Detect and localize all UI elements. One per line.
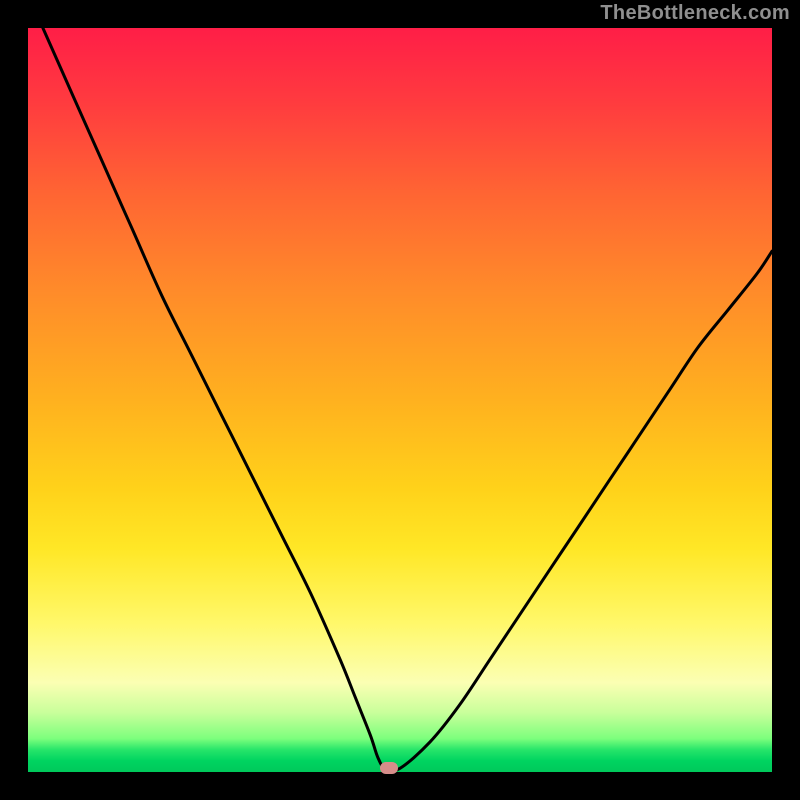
optimum-marker bbox=[380, 762, 398, 774]
bottleneck-curve bbox=[28, 28, 772, 772]
plot-area bbox=[28, 28, 772, 772]
watermark-text: TheBottleneck.com bbox=[600, 2, 790, 25]
curve-path bbox=[43, 28, 772, 771]
chart-frame: TheBottleneck.com bbox=[0, 0, 800, 800]
